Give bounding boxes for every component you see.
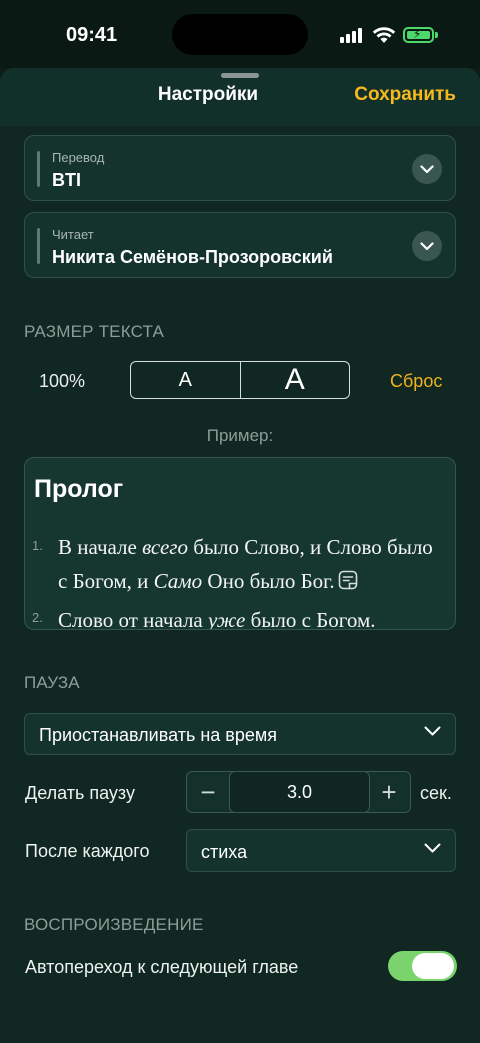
accent-bar	[37, 151, 40, 187]
pause-duration-unit: сек.	[420, 783, 452, 803]
chevron-down-icon[interactable]	[412, 154, 442, 184]
dynamic-island	[172, 14, 308, 55]
section-title-text-size: РАЗМЕР ТЕКСТА	[24, 322, 165, 341]
pause-after-label: После каждого	[25, 841, 150, 861]
chevron-down-icon	[424, 726, 441, 736]
translation-value: BTI	[52, 170, 81, 190]
verse-text: В начале	[58, 535, 143, 559]
pause-after-select[interactable]: стиха	[186, 829, 456, 872]
chevron-down-icon[interactable]	[412, 231, 442, 261]
pause-duration-stepper: − 3.0 +	[186, 771, 411, 813]
verse-italic: Само	[153, 569, 203, 593]
text-preview: Пролог 1. В начале всего было Слово, и С…	[24, 457, 456, 630]
accent-bar	[37, 228, 40, 264]
decrease-text-button[interactable]: A	[131, 362, 241, 398]
signal-icon	[340, 28, 366, 43]
battery-icon: ⚡	[403, 27, 434, 43]
decrement-button[interactable]: −	[187, 772, 229, 812]
pause-after-value: стиха	[201, 842, 248, 862]
verse-text: было Слово, и Слово было	[188, 535, 433, 559]
note-icon[interactable]	[338, 570, 358, 590]
verse-text: с Богом, и	[58, 569, 154, 593]
pause-duration-value[interactable]: 3.0	[229, 771, 370, 813]
sheet-header: Настройки Сохранить	[0, 68, 480, 126]
verse-text: Слово от начала	[58, 608, 208, 630]
increment-button[interactable]: +	[368, 772, 410, 812]
reader-select[interactable]: Читает Никита Семёнов-Прозоровский	[24, 212, 456, 278]
verse-line: Слово от начала уже было с Богом.	[58, 608, 376, 630]
sheet-grabber[interactable]	[221, 73, 259, 78]
autonext-toggle[interactable]	[388, 951, 457, 981]
text-size-percent: 100%	[39, 371, 86, 391]
text-size-control: A A	[130, 361, 350, 399]
verse-number: 2.	[32, 610, 43, 625]
translation-label: Перевод	[52, 150, 105, 165]
status-bar: 09:41 ⚡	[0, 0, 480, 68]
settings-sheet: Настройки Сохранить Перевод BTI Читает Н…	[0, 68, 480, 1043]
verse-line: В начале всего было Слово, и Слово было	[58, 535, 433, 560]
verse-text: Оно было Бог.	[202, 569, 335, 593]
translation-select[interactable]: Перевод BTI	[24, 135, 456, 201]
battery-tip	[435, 32, 438, 38]
section-title-playback: ВОСПРОИЗВЕДЕНИЕ	[24, 915, 204, 934]
verse-line: с Богом, и Само Оно было Бог.	[58, 569, 358, 594]
verse-text: было с Богом.	[245, 608, 376, 630]
toggle-knob	[412, 953, 454, 979]
section-title-pause: ПАУЗА	[24, 673, 80, 692]
pause-mode-value: Приостанавливать на время	[39, 725, 277, 745]
verse-italic: всего	[142, 535, 188, 559]
reader-value: Никита Семёнов-Прозоровский	[52, 247, 333, 267]
verse-italic: уже	[208, 608, 246, 630]
example-label: Пример:	[206, 426, 274, 445]
chevron-down-icon	[424, 843, 441, 853]
save-button[interactable]: Сохранить	[354, 84, 456, 106]
status-time: 09:41	[66, 24, 118, 46]
preview-title: Пролог	[34, 475, 124, 503]
reset-button[interactable]: Сброс	[390, 371, 442, 392]
verse-number: 1.	[32, 538, 43, 553]
autonext-label: Автопереход к следующей главе	[25, 957, 299, 977]
pause-duration-label: Делать паузу	[25, 783, 135, 803]
wifi-icon	[372, 27, 396, 43]
increase-text-button[interactable]: A	[241, 362, 350, 398]
reader-label: Читает	[52, 227, 94, 242]
pause-mode-select[interactable]: Приостанавливать на время	[24, 713, 456, 755]
